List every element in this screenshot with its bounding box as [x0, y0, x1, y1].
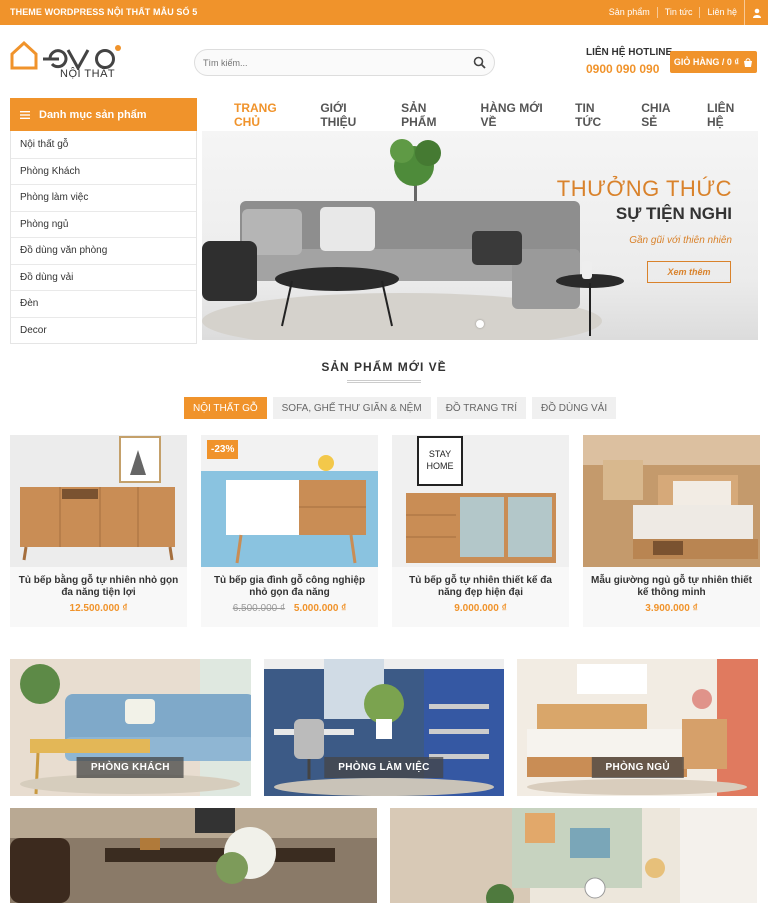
nav-home[interactable]: TRANG CHỦ [222, 101, 308, 129]
product-card[interactable]: STAY HOME Tủ bếp gỗ tự nhiên thiết kế đa… [392, 435, 569, 627]
product-name[interactable]: Tủ bếp gỗ tự nhiên thiết kế đa năng đẹp … [392, 567, 569, 601]
product-price: 12.500.000 ₫ [10, 603, 187, 614]
category-item-phong-lam-viec[interactable]: Phòng làm việc [11, 184, 196, 211]
hero-heading-line1: THƯỞNG THỨC [556, 176, 732, 201]
category-menu: Danh mục sản phẩm Nội thất gỗ Phòng Khác… [10, 98, 197, 344]
user-icon[interactable] [744, 0, 768, 25]
product-price: 6.500.000 ₫ 5.000.000 ₫ [201, 603, 378, 614]
search-icon[interactable] [473, 56, 486, 69]
logo-subtitle: NỘI THẤT [60, 68, 116, 80]
product-new-price: 12.500.000 ₫ [69, 603, 128, 614]
cart-button[interactable]: GIỎ HÀNG / 0 ₫ [670, 51, 757, 73]
nav-about[interactable]: GIỚI THIỆU [308, 101, 389, 129]
hero-heading-line2: SỰ TIỆN NGHI [615, 204, 732, 223]
hamburger-icon [20, 110, 30, 119]
product-new-price: 3.900.000 ₫ [645, 603, 698, 614]
category-item-phong-khach[interactable]: Phòng Khách [11, 157, 196, 185]
room-label: PHÒNG NGỦ [591, 757, 684, 778]
logo-mark [10, 40, 121, 72]
category-item-noi-that-go[interactable]: Nội thất gỗ [11, 131, 196, 158]
large-banner-dining[interactable] [10, 808, 377, 903]
room-banner-bedroom[interactable]: PHÒNG NGỦ [517, 659, 759, 796]
product-new-price: 9.000.000 ₫ [454, 603, 507, 614]
nav-new-arrivals[interactable]: HÀNG MỚI VỀ [469, 101, 564, 129]
category-menu-title: Danh mục sản phẩm [39, 108, 147, 121]
category-item-decor[interactable]: Decor [11, 316, 196, 344]
svg-text:HOME: HOME [427, 461, 454, 471]
slider-dot[interactable] [476, 320, 484, 328]
room-label: PHÒNG LÀM VIỆC [324, 757, 444, 778]
product-price: 9.000.000 ₫ [392, 603, 569, 614]
hero-subheading: Gần gũi với thiên nhiên [629, 235, 732, 246]
hotline-number[interactable]: 0900 090 090 [586, 62, 672, 76]
cart-label: GIỎ HÀNG / 0 ₫ [673, 57, 740, 67]
svg-text:STAY: STAY [429, 449, 451, 459]
product-image[interactable]: STAY HOME [392, 435, 569, 567]
hero-more-button[interactable]: Xem thêm [647, 261, 731, 283]
large-banners [10, 808, 758, 903]
nav-news[interactable]: TIN TỨC [563, 101, 629, 129]
nav-contact[interactable]: LIÊN HỆ [695, 101, 760, 129]
banner-image [10, 808, 377, 903]
product-name[interactable]: Mẫu giường ngủ gỗ tự nhiên thiết kế thôn… [583, 567, 760, 601]
product-price: 3.900.000 ₫ [583, 603, 760, 614]
category-list: Nội thất gỗ Phòng Khách Phòng làm việc P… [10, 131, 197, 344]
category-menu-header[interactable]: Danh mục sản phẩm [10, 98, 197, 131]
category-item-do-dung-van-phong[interactable]: Đồ dùng văn phòng [11, 237, 196, 264]
product-new-price: 5.000.000 ₫ [293, 603, 347, 614]
site-tagline: THEME WORDPRESS NỘI THẤT MẪU SỐ 5 [10, 7, 198, 17]
room-banner-living[interactable]: PHÒNG KHÁCH [10, 659, 251, 796]
banner-image [390, 808, 757, 903]
room-banner-office[interactable]: PHÒNG LÀM VIỆC [263, 659, 505, 796]
hotline-label: LIÊN HỆ HOTLINE [586, 47, 673, 58]
main-nav: TRANG CHỦ GIỚI THIỆU SẢN PHẨM HÀNG MỚI V… [222, 98, 768, 131]
cart-icon [744, 57, 753, 67]
top-link-products[interactable]: Sản phẩm [602, 7, 658, 18]
top-links: Sản phẩm Tin tức Liên hệ [602, 0, 768, 25]
product-image[interactable] [10, 435, 187, 567]
large-banner-decor[interactable] [390, 808, 757, 903]
product-grid: Tủ bếp bằng gỗ tự nhiên nhỏ gọn đa năng … [10, 435, 760, 627]
top-bar: THEME WORDPRESS NỘI THẤT MẪU SỐ 5 Sản ph… [0, 0, 768, 25]
site-logo[interactable]: NỘI THẤT [10, 40, 140, 82]
nav-share[interactable]: CHIA SẺ [629, 101, 695, 129]
top-link-news[interactable]: Tin tức [658, 7, 701, 18]
room-label: PHÒNG KHÁCH [76, 757, 184, 778]
nav-products[interactable]: SẢN PHẨM [389, 101, 468, 129]
tab-noi-that-go[interactable]: NỘI THẤT GỖ [184, 397, 267, 419]
room-banners: PHÒNG KHÁCH PHÒNG LÀM VIỆC PHÒNG NGỦ [10, 659, 759, 796]
category-item-phong-ngu[interactable]: Phòng ngủ [11, 210, 196, 238]
tab-do-dung-vai[interactable]: ĐỒ DÙNG VẢI [532, 397, 617, 419]
product-card[interactable]: -23% Tủ bếp gia đình gỗ công nghiệp nhỏ … [201, 435, 378, 627]
product-name[interactable]: Tủ bếp gia đình gỗ công nghiệp nhỏ gọn đ… [201, 567, 378, 601]
product-tabs: NỘI THẤT GỖ SOFA, GHẾ THƯ GIÃN & NỆM ĐỒ … [184, 397, 617, 419]
section-divider [347, 380, 421, 383]
category-item-do-dung-vai[interactable]: Đồ dùng vải [11, 263, 196, 291]
product-card[interactable]: Tủ bếp bằng gỗ tự nhiên nhỏ gọn đa năng … [10, 435, 187, 627]
tab-sofa[interactable]: SOFA, GHẾ THƯ GIÃN & NỆM [272, 397, 431, 419]
discount-badge: -23% [207, 440, 239, 459]
product-image[interactable] [583, 435, 760, 567]
hotline: LIÊN HỆ HOTLINE 0900 090 090 [586, 47, 672, 76]
search-input[interactable] [195, 50, 455, 75]
hero-slider: THƯỞNG THỨC SỰ TIỆN NGHI Gần gũi với thi… [202, 131, 758, 340]
category-item-den[interactable]: Đèn [11, 290, 196, 317]
section-title: SẢN PHẨM MỚI VỀ [321, 360, 447, 374]
tab-do-trang-tri[interactable]: ĐỒ TRANG TRÍ [436, 397, 526, 419]
product-name[interactable]: Tủ bếp bằng gỗ tự nhiên nhỏ gọn đa năng … [10, 567, 187, 601]
product-card[interactable]: Mẫu giường ngủ gỗ tự nhiên thiết kế thôn… [583, 435, 760, 627]
top-link-contact[interactable]: Liên hệ [700, 7, 744, 18]
search-box [194, 49, 495, 76]
product-old-price: 6.500.000 ₫ [232, 603, 286, 614]
